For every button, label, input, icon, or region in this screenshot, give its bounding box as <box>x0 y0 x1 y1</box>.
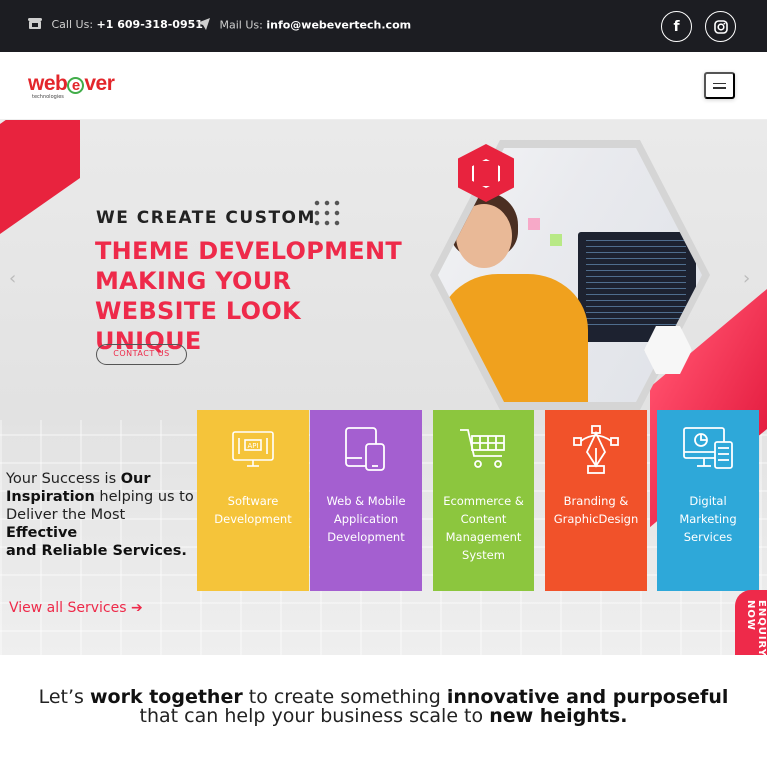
mail-label: Mail Us: <box>219 18 263 32</box>
phone-number[interactable]: +1 609-318-0951 <box>97 18 203 31</box>
service-card-digital-marketing[interactable]: Digital Marketing Services <box>657 410 759 591</box>
service-label: Ecommerce & Content Management System <box>443 494 524 562</box>
service-card-software[interactable]: API Software Development <box>197 410 309 591</box>
dots-decoration <box>312 198 342 228</box>
logo-text-e: e <box>67 77 85 94</box>
phone-contact[interactable]: Call Us: +1 609-318-0951 <box>28 18 203 32</box>
devices-icon <box>310 424 422 478</box>
service-card-ecommerce[interactable]: Ecommerce & Content Management System <box>433 410 534 591</box>
cart-icon <box>433 424 534 478</box>
hamburger-menu-button[interactable] <box>704 72 735 99</box>
view-all-services-link[interactable]: View all Services ➔ <box>9 600 143 616</box>
service-label: Digital Marketing Services <box>679 494 737 544</box>
analytics-monitor-icon <box>657 424 759 478</box>
menu-icon-line <box>713 87 726 89</box>
red-decoration-left <box>0 120 80 263</box>
service-label: Web & Mobile Application Development <box>326 494 406 544</box>
mail-address[interactable]: info@webevertech.com <box>266 19 411 32</box>
logo-tagline: technologies <box>32 94 64 100</box>
phone-label: Call Us: <box>51 18 94 31</box>
logo-text-ver: ver <box>84 72 115 95</box>
enquiry-now-tab[interactable]: ENQUIRY NOW <box>735 590 767 655</box>
mail-contact[interactable]: Mail Us: info@webevertech.com <box>197 18 411 33</box>
hero-slider: WE CREATE CUSTOM THEME DEVELOPMENT MAKIN… <box>0 120 767 655</box>
enquiry-label: ENQUIRY NOW <box>745 600 767 655</box>
contact-us-button[interactable]: CONTACT US <box>96 344 187 365</box>
tagline: Your Success is Our Inspiration helping … <box>6 471 194 559</box>
api-monitor-icon: API <box>197 424 309 478</box>
site-header: web e ver technologies <box>0 52 767 120</box>
work-together-statement: Let’s work together to create something … <box>38 686 729 727</box>
send-icon <box>197 18 210 33</box>
slider-next-icon[interactable]: › <box>743 268 750 289</box>
logo-text-web: web <box>28 72 68 95</box>
service-card-web-mobile[interactable]: Web & Mobile Application Development <box>310 410 422 591</box>
logo[interactable]: web e ver technologies <box>28 72 115 100</box>
hero-title: THEME DEVELOPMENT MAKING YOUR WEBSITE LO… <box>95 237 403 355</box>
instagram-icon[interactable] <box>705 11 736 42</box>
facebook-icon[interactable]: f <box>661 11 692 42</box>
service-card-branding[interactable]: Branding & GraphicDesign <box>545 410 647 591</box>
phone-icon <box>28 18 42 32</box>
top-bar: Call Us: +1 609-318-0951 Mail Us: info@w… <box>0 0 767 52</box>
service-label: Branding & GraphicDesign <box>553 494 639 526</box>
slider-prev-icon[interactable]: ‹ <box>9 268 16 289</box>
pen-tool-icon <box>545 424 647 478</box>
svg-text:API: API <box>247 442 258 450</box>
arrow-right-icon: ➔ <box>130 600 143 616</box>
hero-subtitle: WE CREATE CUSTOM <box>96 208 316 228</box>
menu-icon-line <box>713 82 726 84</box>
service-label: Software Development <box>214 494 292 526</box>
